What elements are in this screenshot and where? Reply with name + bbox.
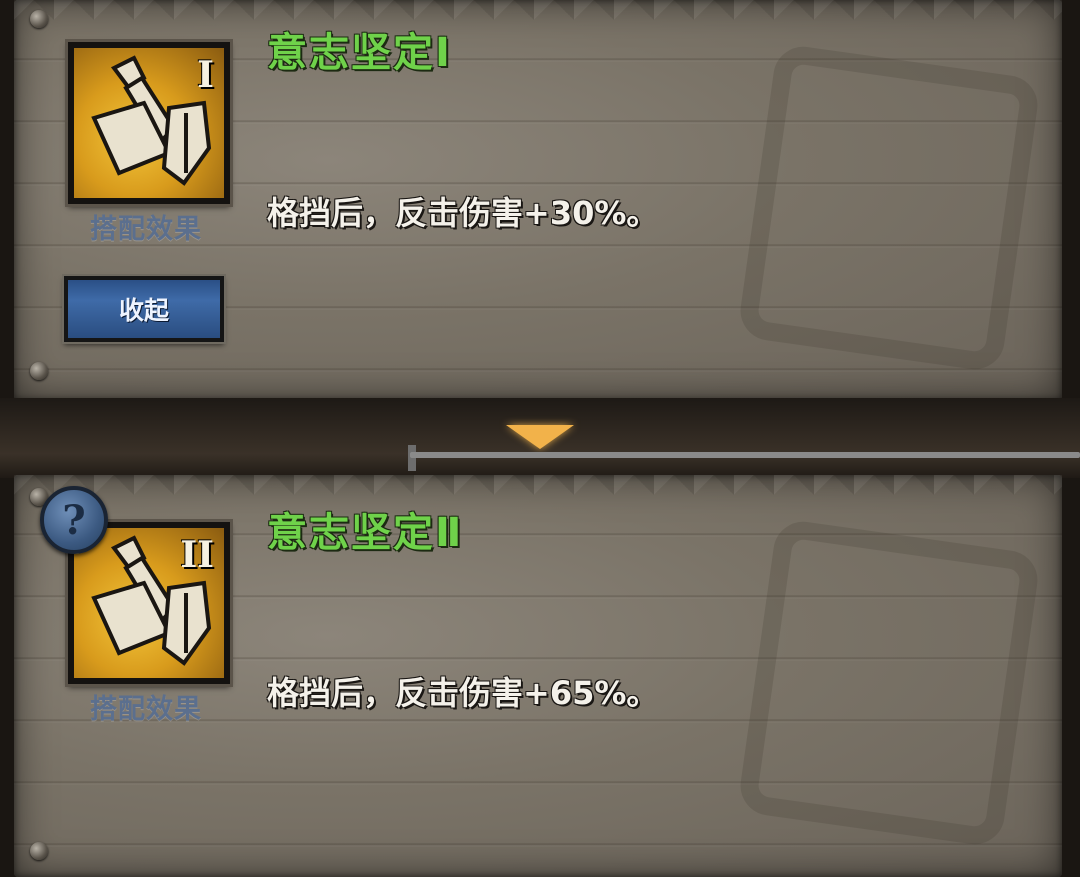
skill-description: 格挡后，反击伤害+30%。 bbox=[267, 194, 659, 232]
background-emblem bbox=[736, 42, 1042, 374]
skill-description: 格挡后，反击伤害+65%。 bbox=[267, 674, 659, 712]
down-arrow-icon[interactable] bbox=[506, 425, 574, 449]
skill-title: 意志坚定Ⅰ bbox=[267, 30, 452, 76]
scroll-track-cap bbox=[408, 445, 416, 471]
question-icon[interactable]: ? bbox=[40, 486, 108, 554]
panel-border-pattern bbox=[14, 475, 1062, 513]
rivet bbox=[30, 10, 48, 28]
scroll-track[interactable] bbox=[410, 452, 1080, 458]
tier-numeral: II bbox=[180, 534, 214, 576]
collapse-button[interactable]: 收起 bbox=[64, 276, 224, 342]
background-emblem bbox=[736, 517, 1042, 849]
rivet bbox=[30, 362, 48, 380]
panel-border-pattern bbox=[14, 0, 1062, 38]
rivet bbox=[30, 842, 48, 860]
combo-effect-label: 搭配效果 bbox=[90, 214, 202, 245]
combo-effect-label: 搭配效果 bbox=[90, 694, 202, 725]
tier-numeral: I bbox=[197, 54, 214, 96]
sword-shield-skill-icon: I bbox=[68, 42, 230, 204]
skill-title: 意志坚定Ⅱ bbox=[267, 510, 464, 556]
